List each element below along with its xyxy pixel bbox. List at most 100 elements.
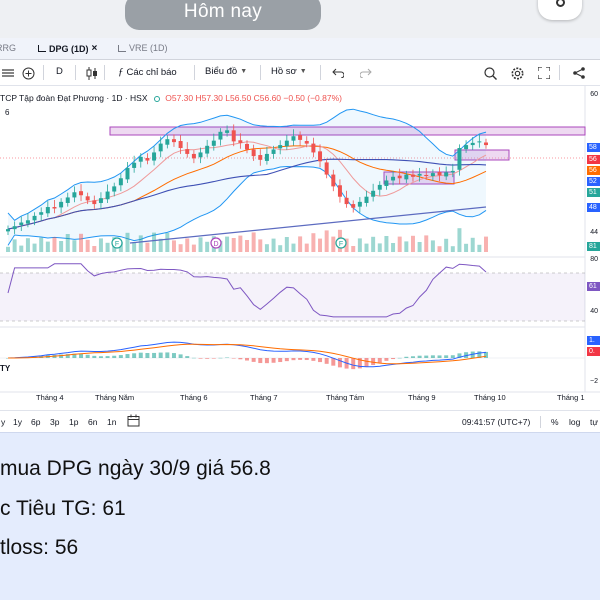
chart-type-button[interactable]: Biểu đồ ▼ (205, 66, 247, 77)
today-button[interactable]: Hôm nay (125, 0, 321, 30)
candle-body (364, 196, 369, 203)
candle-body (337, 185, 342, 197)
volume-bar (284, 237, 289, 252)
macd-histogram-bar (437, 355, 442, 358)
settings-button[interactable] (509, 65, 525, 81)
marker-label: F (339, 241, 343, 248)
fullscreen-button[interactable] (536, 65, 552, 81)
candle-body (105, 191, 110, 200)
percent-scale-toggle[interactable]: % (551, 417, 559, 427)
macd-histogram-bar (191, 357, 196, 359)
candle-body (72, 192, 77, 198)
volume-bar (231, 238, 236, 252)
event-marker[interactable]: F (335, 237, 347, 249)
message-line: c Tiêu TG: 61 (0, 497, 126, 520)
volume-bar (152, 232, 157, 252)
macd-histogram-bar (251, 358, 256, 362)
candle-icon (86, 66, 97, 80)
candle-body (404, 174, 409, 180)
volume-bar (165, 233, 170, 252)
share-icon (573, 67, 585, 79)
candle-body (25, 220, 30, 224)
macd-histogram-bar (351, 358, 356, 370)
volume-bar (264, 244, 269, 252)
price-chart[interactable]: F D F (0, 86, 600, 410)
macd-histogram-bar (225, 357, 230, 359)
event-marker[interactable]: D (210, 237, 222, 249)
candle-body (165, 139, 170, 145)
rsi-band (0, 273, 585, 321)
volume-bar (271, 238, 276, 252)
date-range-button[interactable] (127, 414, 140, 429)
tab-vre[interactable]: VRE (1D) (118, 43, 168, 53)
redo-button[interactable] (358, 65, 374, 81)
range-3m[interactable]: 3p (50, 417, 59, 427)
search-corner-button[interactable] (538, 0, 582, 20)
clock-time[interactable]: 09:41:57 (UTC+7) (462, 417, 530, 427)
volume-bar (437, 246, 442, 252)
macd-histogram-bar (450, 355, 455, 358)
range-6m[interactable]: 6p (31, 417, 40, 427)
volume-bar (450, 246, 455, 252)
time-axis-label: Tháng 10 (474, 393, 506, 402)
tab-rrg[interactable]: RRG (0, 43, 16, 53)
macd-histogram-bar (371, 358, 376, 366)
close-tab-icon[interactable]: × (92, 43, 98, 54)
macd-histogram-bar (278, 358, 283, 363)
candle-body (185, 149, 190, 154)
event-marker[interactable]: F (111, 237, 123, 249)
volume-bar (377, 243, 382, 252)
auto-scale-toggle[interactable]: tự (590, 417, 598, 427)
range-1m[interactable]: 1p (69, 417, 78, 427)
price-axis-label: −2 (590, 378, 598, 385)
volume-bar (391, 243, 396, 252)
candle-body (464, 145, 469, 150)
macd-histogram-bar (98, 356, 103, 358)
macd-pane-label: TY (0, 364, 11, 373)
menu-icon[interactable] (0, 65, 16, 81)
candle-body (410, 174, 415, 177)
marker-label: F (115, 241, 119, 248)
range-5d[interactable]: 6n (88, 417, 97, 427)
candle-body (45, 207, 50, 214)
volume-bar (457, 228, 462, 252)
range-1d[interactable]: 1n (107, 417, 116, 427)
range-ytd[interactable]: y (1, 417, 5, 427)
macd-histogram-bar (444, 355, 449, 358)
volume-bar (357, 238, 362, 252)
market-status-icon (153, 96, 160, 102)
volume-bar (470, 237, 475, 252)
interval-button[interactable]: D (56, 66, 63, 77)
message-line: mua DPG ngày 30/9 giá 56.8 (0, 457, 271, 480)
undo-button[interactable] (330, 65, 346, 81)
candle-body (271, 149, 276, 154)
range-1y[interactable]: 1y (13, 417, 22, 427)
volume-bar (125, 232, 130, 252)
candle-body (138, 156, 143, 162)
tab-dpg[interactable]: DPG (1D) × (38, 43, 97, 54)
add-symbol-button[interactable] (20, 65, 36, 81)
candles-button[interactable] (84, 65, 100, 81)
share-button[interactable] (571, 65, 587, 81)
macd-histogram-bar (337, 358, 342, 368)
candle-body (430, 173, 435, 177)
macd-histogram-bar (105, 356, 110, 358)
tab-label: DPG (1D) (49, 43, 89, 54)
candle-body (384, 180, 389, 187)
log-scale-toggle[interactable]: log (569, 417, 580, 427)
candle-body (171, 139, 176, 143)
candle-body (59, 201, 64, 208)
price-axis-tag: 0. (587, 347, 600, 356)
profile-button[interactable]: Hồ sơ ▼ (271, 66, 307, 77)
macd-histogram-bar (384, 358, 389, 361)
zoom-button[interactable] (482, 65, 498, 81)
macd-histogram-bar (118, 355, 123, 358)
volume-bar (251, 232, 256, 252)
macd-histogram-bar (132, 353, 137, 358)
volume-bar (145, 242, 150, 252)
indicators-button[interactable]: ƒ Các chỉ báo (118, 66, 177, 78)
macd-histogram-bar (211, 358, 216, 359)
candle-body (444, 172, 449, 177)
chart-legend: TCP Tập đoàn Đạt Phương · 1D · HSX O57.3… (0, 93, 342, 103)
toolbar-divider (43, 65, 44, 80)
